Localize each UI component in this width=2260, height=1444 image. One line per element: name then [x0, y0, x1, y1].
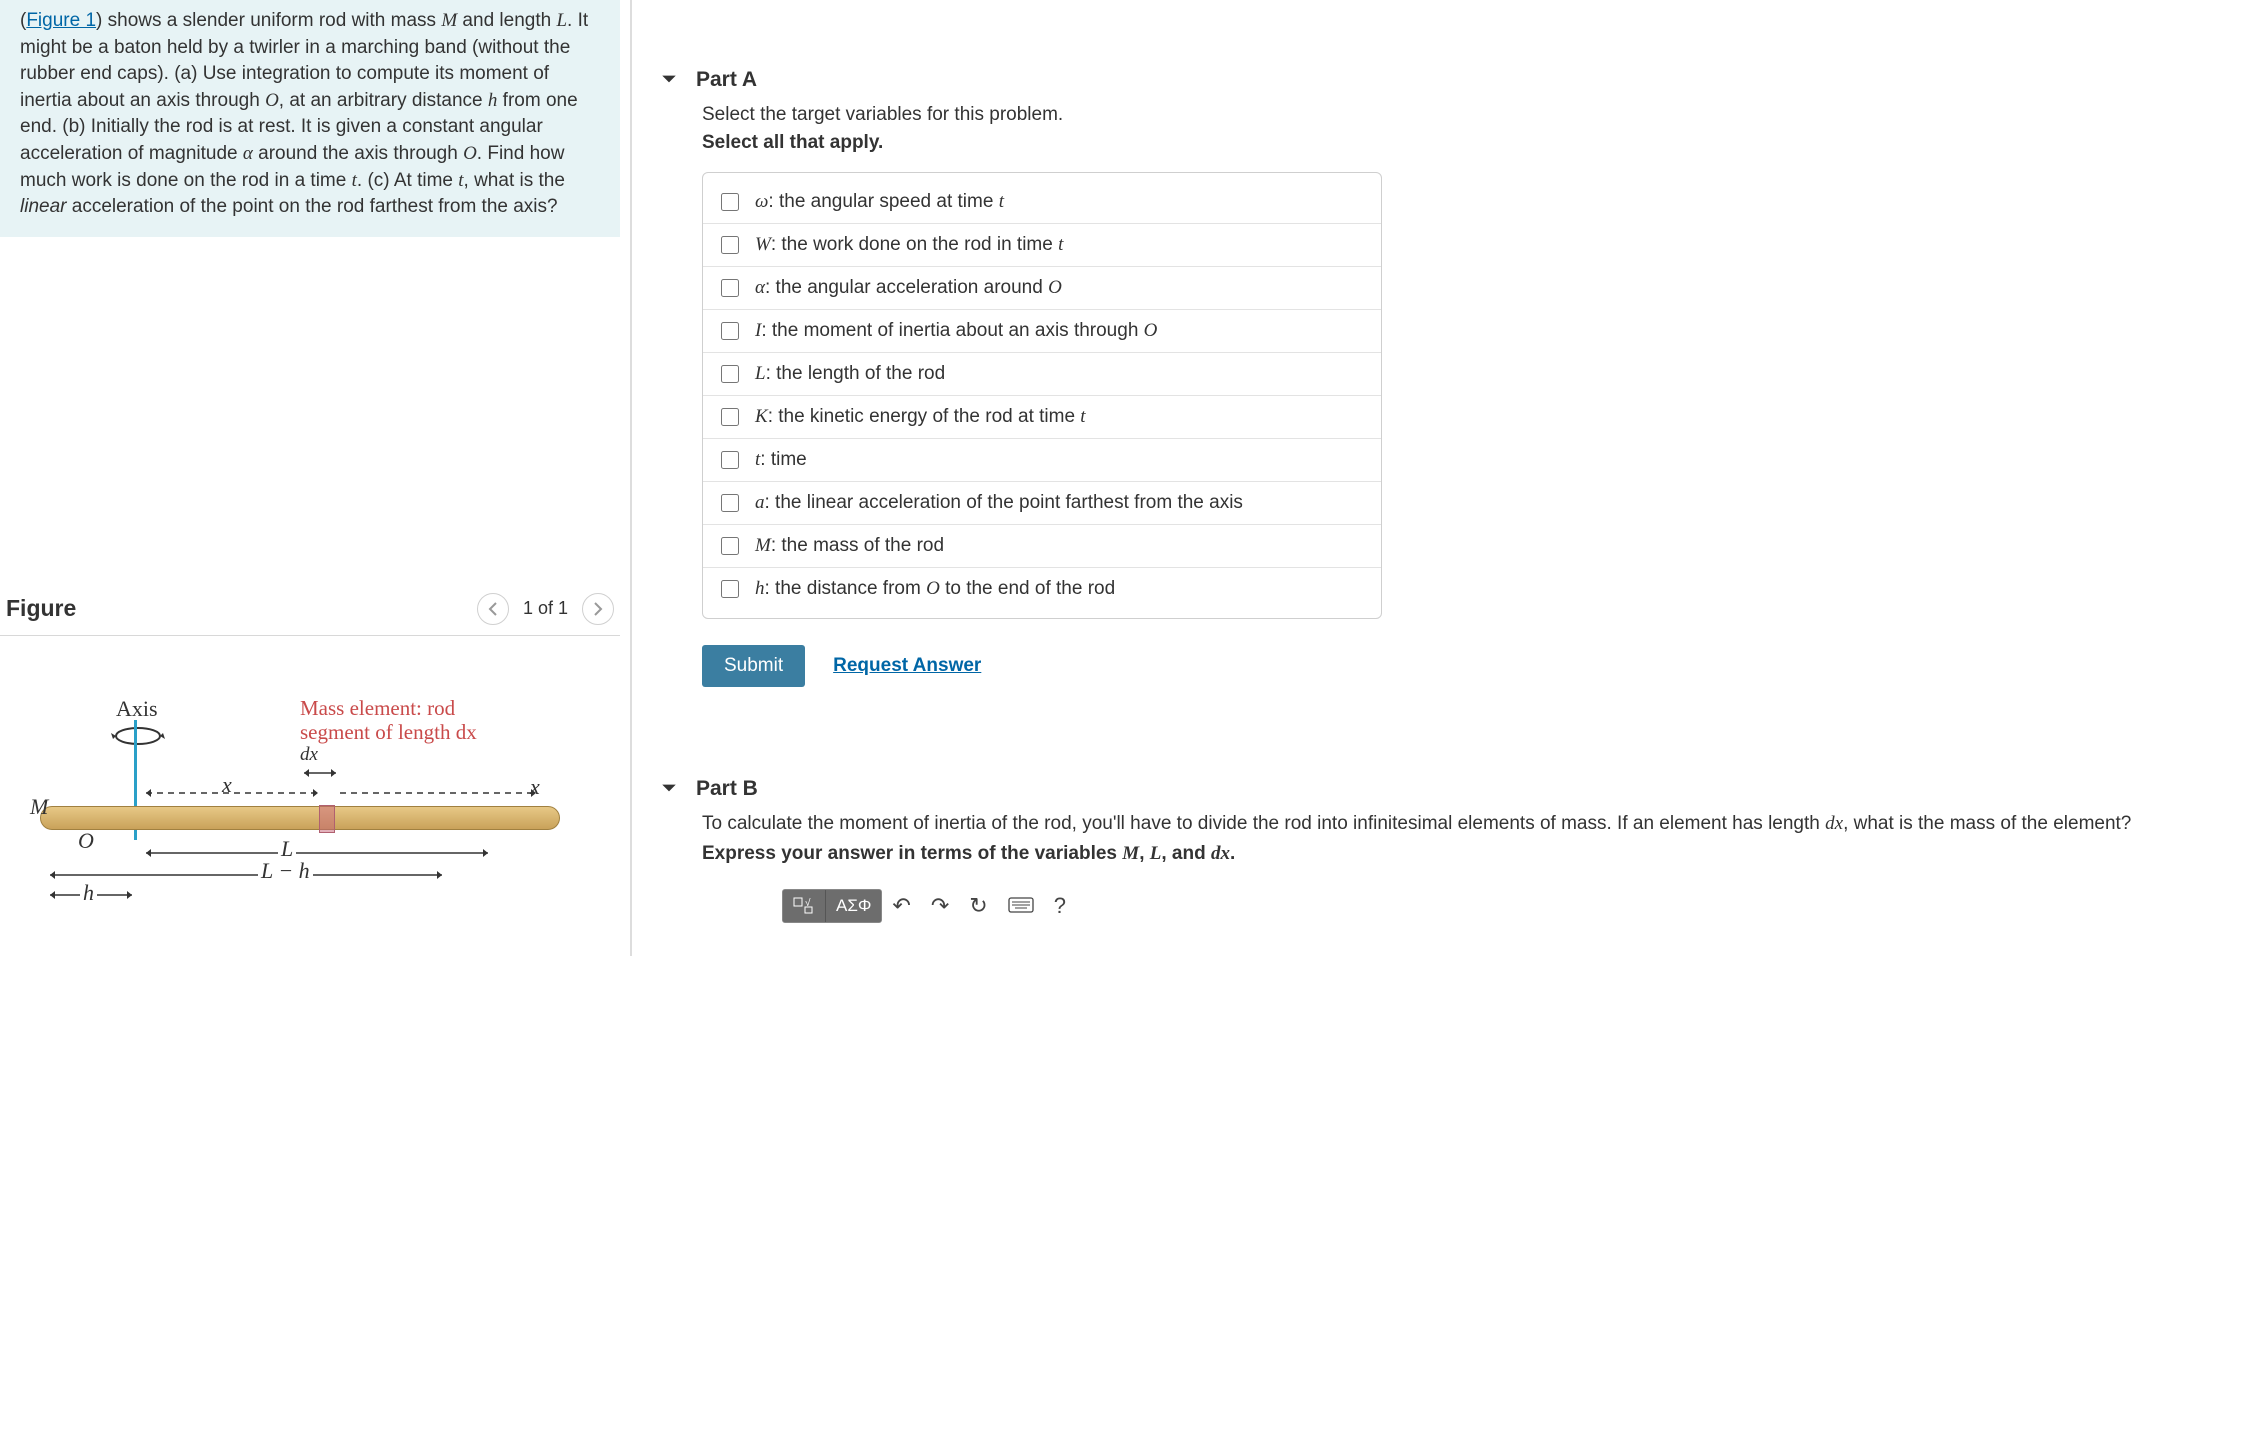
figure-diagram: Axis Mass element: rod segment of length… [0, 696, 620, 956]
option-omega[interactable]: ω: the angular speed at time t [703, 173, 1381, 223]
checkbox-omega[interactable] [721, 193, 739, 211]
x-right-dim-arrow [336, 786, 556, 800]
checkbox-mass[interactable] [721, 537, 739, 555]
option-work[interactable]: W: the work done on the rod in time t [703, 223, 1381, 266]
option-kinetic[interactable]: K: the kinetic energy of the rod at time… [703, 395, 1381, 438]
part-b-title: Part B [696, 777, 758, 801]
figure-link[interactable]: Figure 1 [26, 10, 96, 31]
greek-button[interactable]: ΑΣΦ [826, 890, 881, 922]
figure-prev-button[interactable] [477, 593, 509, 625]
request-answer-link[interactable]: Request Answer [833, 655, 981, 677]
x-dim-arrow [142, 786, 332, 800]
Lmh-dim-arrow [46, 868, 456, 882]
part-a-sub-instruction: Select all that apply. [702, 132, 2240, 154]
option-length[interactable]: L: the length of the rod [703, 352, 1381, 395]
problem-statement: (Figure 1) shows a slender uniform rod w… [0, 0, 620, 237]
part-a-instruction: Select the target variables for this pro… [702, 104, 2240, 126]
template-button[interactable]: √ [783, 890, 826, 922]
option-time[interactable]: t: time [703, 438, 1381, 481]
L-dim-arrow [142, 846, 502, 860]
help-button[interactable]: ? [1044, 887, 1076, 925]
redo-button[interactable]: ↷ [921, 887, 959, 925]
checkbox-alpha[interactable] [721, 279, 739, 297]
equation-toolbar: √ ΑΣΦ ↶ ↷ ↻ ? [702, 887, 2240, 925]
option-linear-accel[interactable]: a: the linear acceleration of the point … [703, 481, 1381, 524]
option-alpha[interactable]: α: the angular acceleration around O [703, 266, 1381, 309]
figure-next-button[interactable] [582, 593, 614, 625]
checkbox-kinetic[interactable] [721, 408, 739, 426]
checkbox-length[interactable] [721, 365, 739, 383]
submit-button[interactable]: Submit [702, 645, 805, 687]
figure-title: Figure [6, 595, 76, 622]
reset-button[interactable]: ↻ [959, 887, 997, 925]
checkbox-inertia[interactable] [721, 322, 739, 340]
part-b-toggle[interactable] [660, 779, 678, 800]
checkbox-linear-accel[interactable] [721, 494, 739, 512]
figure-counter: 1 of 1 [523, 598, 568, 619]
option-mass[interactable]: M: the mass of the rod [703, 524, 1381, 567]
mass-element [319, 805, 335, 833]
option-inertia[interactable]: I: the moment of inertia about an axis t… [703, 309, 1381, 352]
rod [40, 806, 560, 830]
checkbox-time[interactable] [721, 451, 739, 469]
option-h[interactable]: h: the distance from O to the end of the… [703, 567, 1381, 618]
keyboard-button[interactable] [998, 887, 1044, 925]
options-list: ω: the angular speed at time t W: the wo… [702, 172, 1382, 619]
part-b-express: Express your answer in terms of the vari… [702, 843, 2240, 865]
rotation-arrow-icon [110, 724, 170, 758]
undo-button[interactable]: ↶ [882, 887, 920, 925]
checkbox-work[interactable] [721, 236, 739, 254]
part-b-text: To calculate the moment of inertia of th… [702, 813, 2240, 835]
checkbox-h[interactable] [721, 580, 739, 598]
part-a-title: Part A [696, 68, 757, 92]
dx-arrow-icon [300, 766, 340, 780]
part-a-toggle[interactable] [660, 70, 678, 91]
